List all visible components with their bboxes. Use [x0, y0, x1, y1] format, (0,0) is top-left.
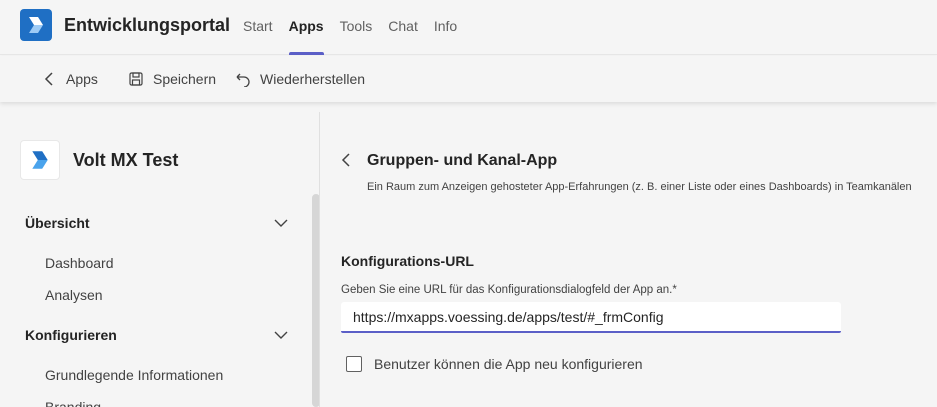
top-header: Entwicklungsportal Start Apps Tools Chat…	[0, 0, 937, 55]
undo-icon	[234, 70, 252, 88]
app-sidebar: Volt MX Test Übersicht Dashboard Analyse…	[0, 112, 320, 407]
sidebar-item-grundlegende-informationen[interactable]: Grundlegende Informationen	[45, 367, 223, 383]
sidebar-app-name: Volt MX Test	[73, 150, 179, 170]
section-label: Übersicht	[25, 215, 90, 231]
chevron-left-icon[interactable]	[341, 152, 355, 168]
save-button[interactable]: Speichern	[127, 56, 216, 102]
back-to-apps-button[interactable]: Apps	[40, 56, 98, 102]
nav-tab-start[interactable]: Start	[243, 0, 273, 55]
command-toolbar: Apps Speichern Wiederherstellen	[0, 56, 937, 102]
reconfigure-checkbox[interactable]	[346, 356, 362, 372]
sidebar-item-branding[interactable]: Branding	[45, 399, 101, 407]
sidebar-section-konfigurieren[interactable]: Konfigurieren	[25, 327, 290, 343]
chevron-left-icon	[40, 70, 58, 88]
reconfigure-checkbox-row[interactable]: Benutzer können die App neu konfiguriere…	[346, 356, 643, 372]
page-title: Gruppen- und Kanal-App	[367, 152, 558, 169]
save-icon	[127, 70, 145, 88]
nav-tab-tools[interactable]: Tools	[340, 0, 373, 55]
restore-button[interactable]: Wiederherstellen	[234, 56, 365, 102]
sidebar-item-analysen[interactable]: Analysen	[45, 287, 103, 303]
nav-tab-apps[interactable]: Apps	[288, 0, 324, 55]
reconfigure-checkbox-label: Benutzer können die App neu konfiguriere…	[374, 356, 643, 372]
chevron-down-icon	[274, 215, 288, 231]
page-description: Ein Raum zum Anzeigen gehosteter App-Erf…	[367, 181, 912, 193]
config-url-field-label: Geben Sie eine URL für das Konfiguration…	[341, 284, 677, 296]
nav-tab-chat[interactable]: Chat	[388, 0, 418, 55]
app-title: Entwicklungsportal	[64, 15, 231, 35]
sidebar-scrollbar[interactable]	[312, 194, 319, 407]
chevron-down-icon	[274, 327, 288, 343]
sidebar-section-uebersicht[interactable]: Übersicht	[25, 215, 290, 231]
config-url-section-title: Konfigurations-URL	[341, 253, 474, 269]
sidebar-item-dashboard[interactable]: Dashboard	[45, 255, 114, 271]
section-label: Konfigurieren	[25, 327, 117, 343]
restore-label: Wiederherstellen	[260, 71, 366, 87]
top-nav: Start Apps Tools Chat Info	[243, 0, 473, 55]
config-url-input[interactable]	[341, 302, 841, 333]
power-apps-logo-icon	[20, 9, 52, 41]
nav-tab-info[interactable]: Info	[434, 0, 457, 55]
power-apps-logo-icon	[20, 140, 60, 180]
main-content: Gruppen- und Kanal-App Ein Raum zum Anze…	[321, 112, 937, 407]
save-label: Speichern	[153, 71, 217, 87]
back-to-apps-label: Apps	[66, 71, 98, 87]
